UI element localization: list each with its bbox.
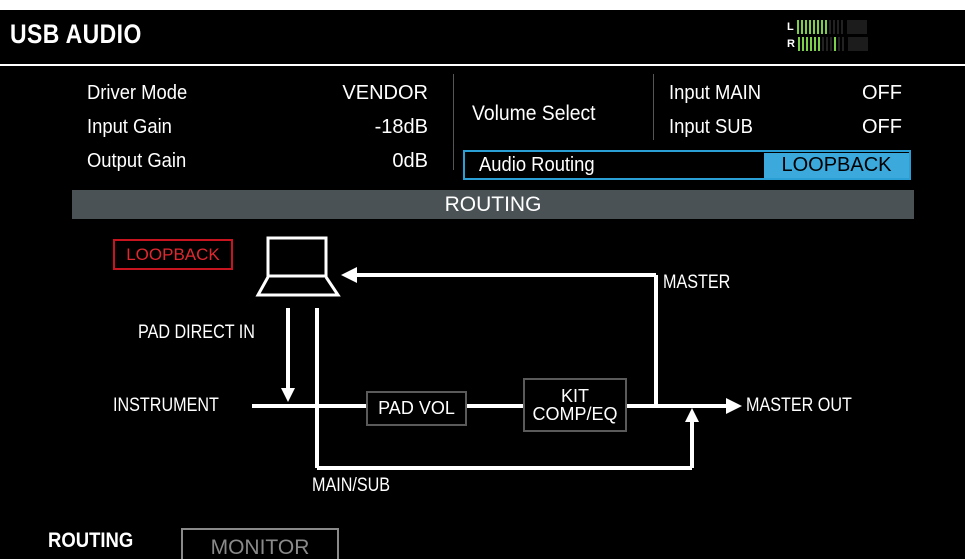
comp-eq-label: COMP/EQ (532, 404, 618, 424)
pad-vol-block: PAD VOL (366, 391, 467, 426)
kit-label: KIT (560, 386, 589, 406)
routing-diagram (252, 236, 742, 470)
kit-comp-eq-block: KIT COMP/EQ (523, 378, 627, 432)
instrument-label: INSTRUMENT (113, 395, 219, 416)
pad-direct-in-label: PAD DIRECT IN (138, 322, 255, 343)
master-label: MASTER (663, 272, 731, 293)
main-sub-label: MAIN/SUB (312, 475, 391, 496)
laptop-icon (255, 236, 341, 297)
tab-routing[interactable]: ROUTING (48, 529, 133, 553)
master-out-label: MASTER OUT (746, 395, 852, 416)
signal-lines (252, 273, 728, 470)
loopback-badge: LOOPBACK (113, 239, 233, 270)
tab-monitor[interactable]: MONITOR (181, 528, 339, 559)
usb-audio-screen: USB AUDIO L R Driver Mode VENDOR Input G… (0, 10, 965, 559)
